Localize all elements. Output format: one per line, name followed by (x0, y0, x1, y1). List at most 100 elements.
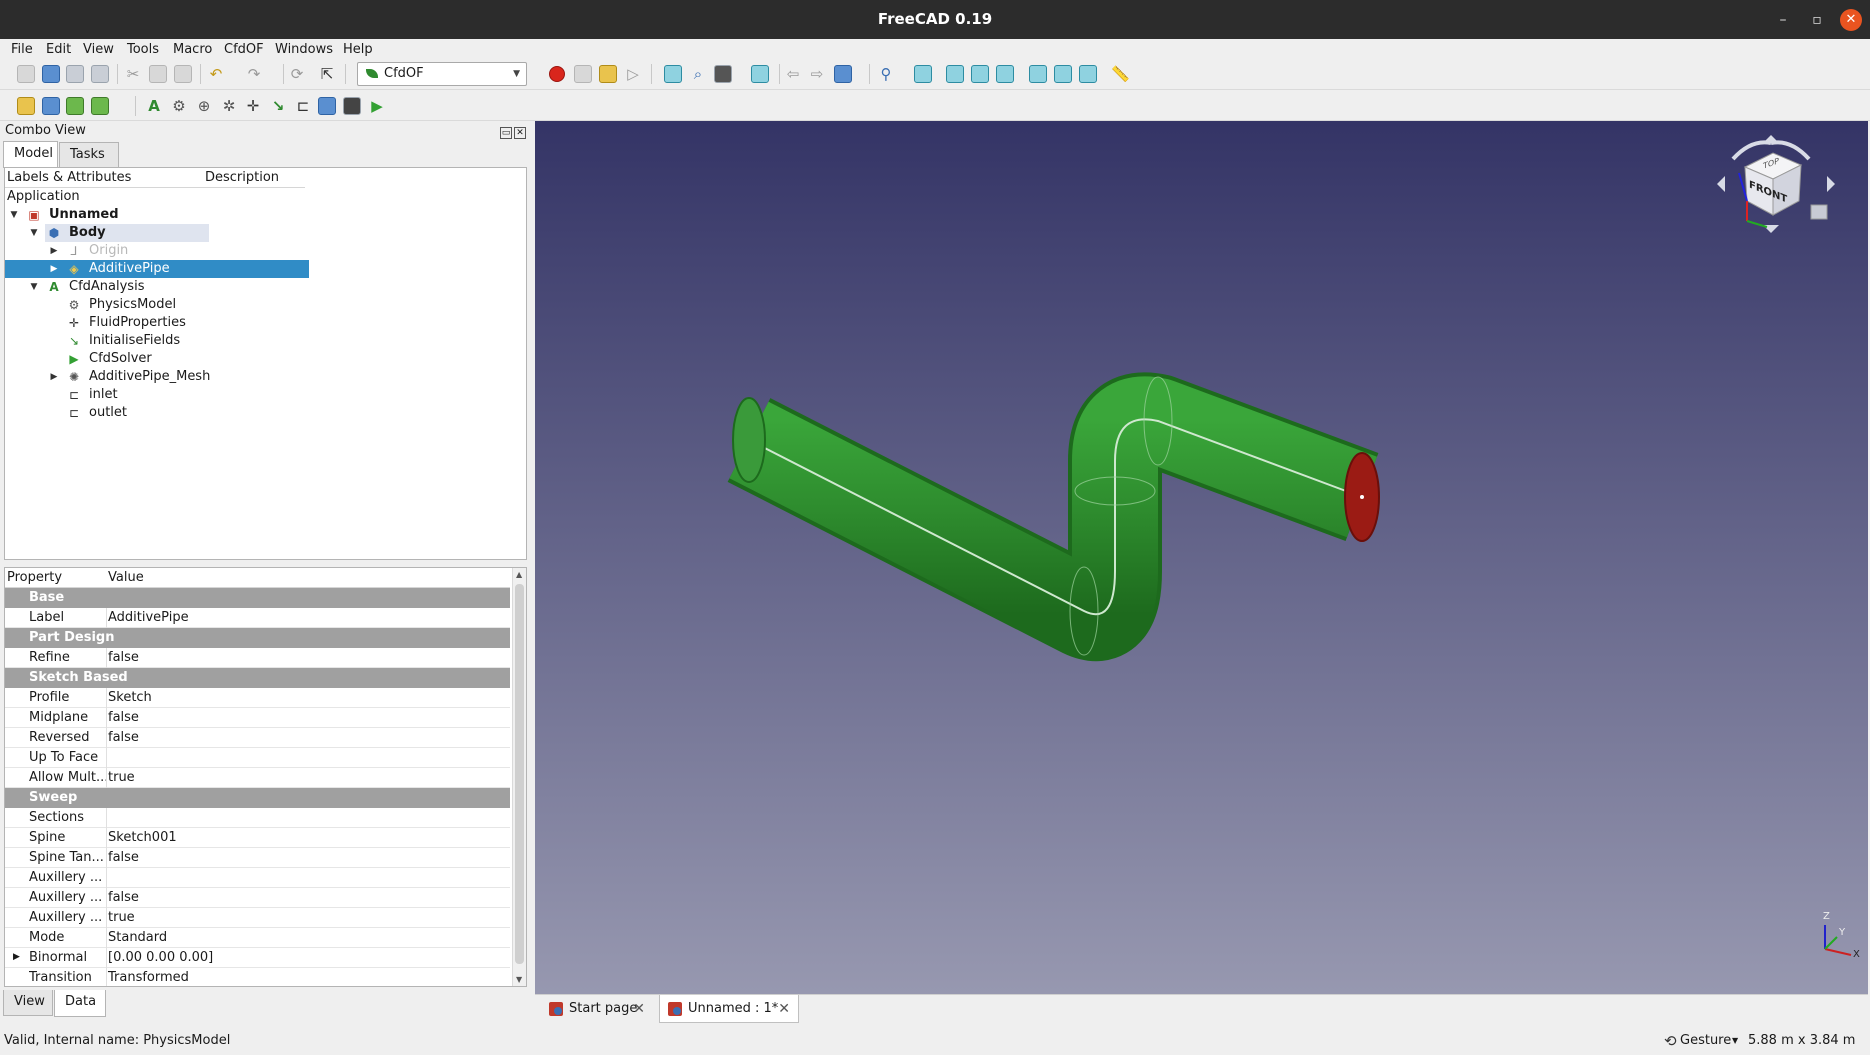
initialise-tool-icon[interactable]: ↘ (269, 97, 287, 115)
tree-item-body[interactable]: ▼ ⬢ Body (5, 224, 525, 242)
analysis-container-icon[interactable]: A (145, 97, 163, 115)
group-part-design[interactable]: Part Design (5, 628, 510, 648)
cfd-import-icon[interactable] (91, 97, 109, 115)
run-macro-icon[interactable]: ▷ (624, 65, 642, 83)
boundary-tool-icon[interactable]: ⊏ (294, 97, 312, 115)
tree-item-mesh[interactable]: ▶ ✺ AdditivePipe_Mesh (5, 368, 525, 386)
tab-view[interactable]: View (3, 990, 53, 1016)
tree-item-physicsmodel[interactable]: ⚙ PhysicsModel (5, 296, 525, 314)
chevron-down-icon[interactable]: ▼ (1732, 1027, 1738, 1055)
right-view-icon[interactable] (996, 65, 1014, 83)
prop-auxillery-1[interactable]: Auxillery ... (5, 868, 510, 888)
prop-up-to-face[interactable]: Up To Face (5, 748, 510, 768)
prop-allow-mult[interactable]: Allow Mult... true (5, 768, 510, 788)
tree-item-cfdanalysis[interactable]: ▼ A CfdAnalysis (5, 278, 525, 296)
close-tab-icon[interactable]: ✕ (778, 995, 790, 1023)
solver-run-icon[interactable]: ▶ (368, 97, 386, 115)
fit-selection-icon[interactable]: ⌕ (689, 65, 707, 83)
tab-model[interactable]: Model (3, 141, 58, 168)
prop-refine[interactable]: Refine false (5, 648, 510, 668)
prop-sections[interactable]: Sections (5, 808, 510, 828)
cfd-export-icon[interactable] (66, 97, 84, 115)
save-icon[interactable] (66, 65, 84, 83)
expand-icon[interactable]: ▶ (49, 368, 59, 386)
redo-icon[interactable]: ↷ (245, 65, 263, 83)
refresh-icon[interactable]: ⟳ (288, 65, 306, 83)
isometric-view-icon[interactable] (914, 65, 932, 83)
expand-icon[interactable]: ▶ (49, 260, 59, 278)
minimize-button[interactable]: – (1772, 9, 1794, 31)
prop-transition[interactable]: Transition Transformed (5, 968, 510, 986)
group-sketch-based[interactable]: Sketch Based (5, 668, 510, 688)
whats-this-icon[interactable]: ⇱ (318, 65, 336, 83)
mesh-tool-icon[interactable] (343, 97, 361, 115)
collapse-icon[interactable]: ▼ (9, 206, 19, 224)
open-file-icon[interactable] (42, 65, 60, 83)
prop-auxillery-2[interactable]: Auxillery ... false (5, 888, 510, 908)
cut-icon[interactable]: ✂ (124, 65, 142, 83)
new-file-icon[interactable] (17, 65, 35, 83)
property-scrollbar[interactable]: ▲ ▼ (512, 568, 526, 986)
tree-item-inlet[interactable]: ⊏ inlet (5, 386, 525, 404)
prop-spine-tangent[interactable]: Spine Tan... false (5, 848, 510, 868)
fit-all-icon[interactable] (664, 65, 682, 83)
zoom-icon[interactable]: ⚲ (877, 65, 895, 83)
std-views-icon[interactable] (834, 65, 852, 83)
save-as-icon[interactable] (91, 65, 109, 83)
expand-icon[interactable]: ▶ (49, 242, 59, 260)
tree-item-fluidproperties[interactable]: ✛ FluidProperties (5, 314, 525, 332)
edit-macro-icon[interactable] (599, 65, 617, 83)
tree-item-outlet[interactable]: ⊏ outlet (5, 404, 525, 422)
measure-icon[interactable]: 📏 (1111, 65, 1130, 83)
navigation-cube[interactable]: TOP FRONT (1711, 129, 1841, 239)
prop-label[interactable]: Label AdditivePipe (5, 608, 510, 628)
navigation-style-selector[interactable]: Gesture (1680, 1027, 1731, 1055)
maximize-button[interactable]: ▫ (1806, 9, 1828, 31)
bounding-box-icon[interactable] (751, 65, 769, 83)
fluid-properties-tool-icon[interactable]: ✛ (244, 97, 262, 115)
porous-zone-tool-icon[interactable]: ✲ (220, 97, 238, 115)
front-view-icon[interactable] (946, 65, 964, 83)
collapse-icon[interactable]: ▼ (29, 224, 39, 242)
prop-auxillery-3[interactable]: Auxillery ... true (5, 908, 510, 928)
prop-profile[interactable]: Profile Sketch (5, 688, 510, 708)
tree-item-additivepipe[interactable]: ▶ ◈ AdditivePipe (5, 260, 525, 278)
workbench-selector[interactable]: CfdOF ▼ (357, 62, 527, 86)
top-view-icon[interactable] (971, 65, 989, 83)
prop-binormal[interactable]: ▶ Binormal [0.00 0.00 0.00] (5, 948, 510, 968)
rear-view-icon[interactable] (1029, 65, 1047, 83)
close-tab-icon[interactable]: ✕ (633, 995, 645, 1023)
close-button[interactable]: ✕ (1840, 9, 1862, 31)
forward-icon[interactable]: ⇨ (808, 65, 826, 83)
pipe-model[interactable] (535, 121, 1868, 994)
tree-item-initialisefields[interactable]: ↘ InitialiseFields (5, 332, 525, 350)
tab-tasks[interactable]: Tasks (59, 142, 119, 168)
tree-item-unnamed[interactable]: ▼ ▣ Unnamed (5, 206, 525, 224)
float-dock-button[interactable]: ▭ (500, 127, 512, 139)
zone-tool-icon[interactable] (318, 97, 336, 115)
paste-icon[interactable] (174, 65, 192, 83)
undo-icon[interactable]: ↶ (207, 65, 225, 83)
tree-item-cfdsolver[interactable]: ▶ CfdSolver (5, 350, 525, 368)
doc-tab-start-page[interactable]: Start page ✕ (541, 995, 653, 1023)
stop-macro-icon[interactable] (574, 65, 592, 83)
back-icon[interactable]: ⇦ (784, 65, 802, 83)
prop-reversed[interactable]: Reversed false (5, 728, 510, 748)
doc-tab-unnamed[interactable]: Unnamed : 1* ✕ (659, 995, 799, 1023)
group-base[interactable]: Base (5, 588, 510, 608)
prop-midplane[interactable]: Midplane false (5, 708, 510, 728)
physics-model-tool-icon[interactable]: ⚙ (170, 97, 188, 115)
record-macro-icon[interactable] (549, 66, 565, 82)
tree-item-origin[interactable]: ▶ ⅃ Origin (5, 242, 525, 260)
draw-style-icon[interactable] (714, 65, 732, 83)
group-sweep[interactable]: Sweep (5, 788, 510, 808)
left-view-icon[interactable] (1079, 65, 1097, 83)
copy-icon[interactable] (149, 65, 167, 83)
tab-data[interactable]: Data (54, 990, 106, 1017)
cfd-analysis-tool-icon[interactable] (17, 97, 35, 115)
close-dock-button[interactable]: ✕ (514, 127, 526, 139)
collapse-icon[interactable]: ▼ (29, 278, 39, 296)
3d-viewport[interactable]: TOP FRONT Z Y X (535, 121, 1868, 994)
bottom-view-icon[interactable] (1054, 65, 1072, 83)
cfd-folder-icon[interactable] (42, 97, 60, 115)
